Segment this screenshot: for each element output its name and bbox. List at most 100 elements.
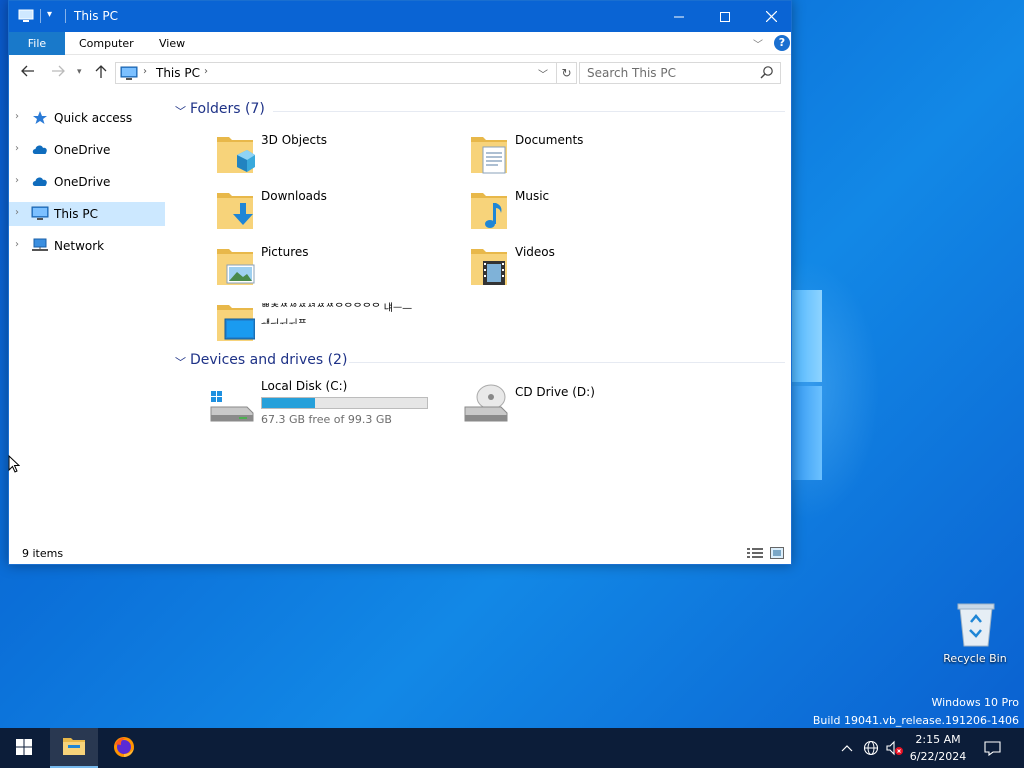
sidebar-item-onedrive[interactable]: › OneDrive (9, 170, 165, 194)
large-icons-view-icon[interactable] (770, 547, 784, 562)
network-globe-icon[interactable] (860, 728, 882, 768)
recycle-bin-label: Recycle Bin (943, 652, 1007, 665)
minimize-button[interactable] (656, 1, 702, 32)
tab-computer[interactable]: Computer (79, 32, 134, 55)
sidebar-item-network[interactable]: › Network (9, 234, 165, 258)
cd-drive-icon (463, 381, 509, 426)
group-divider (349, 362, 785, 363)
taskbar-file-explorer[interactable] (50, 728, 98, 768)
folder-documents[interactable]: Documents (469, 133, 709, 187)
sidebar-item-label: OneDrive (54, 175, 111, 189)
sidebar-item-label: This PC (54, 207, 98, 221)
drive-label: CD Drive (D:) (515, 385, 595, 399)
content-pane: ﹀ Folders (7) 3D Objects Documents Downl… (169, 97, 789, 537)
breadcrumb-this-pc[interactable]: This PC (156, 66, 200, 80)
navigation-pane: › Quick access › OneDrive › OneDrive › T… (9, 97, 169, 537)
group-title: Folders (7) (190, 101, 265, 117)
expand-chevron-icon[interactable]: › (15, 175, 19, 186)
start-button[interactable] (0, 728, 48, 768)
music-folder-icon (469, 189, 509, 234)
folder-label: Videos (515, 245, 555, 259)
computer-icon[interactable] (18, 9, 34, 26)
details-view-icon[interactable] (747, 547, 763, 562)
computer-icon (31, 206, 49, 224)
back-arrow-icon[interactable] (21, 65, 35, 81)
forward-arrow-icon[interactable] (51, 65, 65, 81)
sidebar-item-this-pc[interactable]: › This PC (9, 202, 165, 226)
group-divider (273, 111, 785, 112)
star-icon (31, 110, 48, 128)
mouse-cursor-icon (8, 454, 21, 477)
drives-group-header[interactable]: ﹀ Devices and drives (2) (175, 352, 785, 372)
address-bar[interactable]: › This PC › ﹀ ↻ (115, 62, 577, 84)
action-center-icon[interactable] (980, 728, 1004, 768)
sidebar-item-quick-access[interactable]: › Quick access (9, 106, 165, 130)
breadcrumb-separator-icon[interactable]: › (143, 66, 147, 77)
taskbar-clock[interactable]: 2:15 AM 6/22/2024 (905, 731, 971, 765)
sidebar-item-label: Network (54, 239, 105, 253)
folder-downloads[interactable]: Downloads (215, 189, 455, 243)
search-icon[interactable] (760, 65, 774, 82)
tab-file[interactable]: File (9, 32, 65, 55)
show-hidden-icons-chevron-icon[interactable] (838, 728, 856, 768)
folder-label: Downloads (261, 189, 327, 203)
item-count: 9 items (22, 547, 64, 560)
folder-3d-objects[interactable]: 3D Objects (215, 133, 455, 187)
tab-view[interactable]: View (159, 32, 185, 55)
quick-access-toolbar-dropdown-icon[interactable]: ▾ (47, 9, 52, 20)
collapse-chevron-icon[interactable]: ﹀ (175, 103, 186, 119)
drive-free-space: 67.3 GB free of 99.3 GB (261, 413, 392, 426)
sidebar-item-label: Quick access (54, 111, 133, 125)
breadcrumb-separator-icon[interactable]: › (204, 66, 208, 77)
collapse-chevron-icon[interactable]: ﹀ (175, 354, 186, 370)
folder-label: Pictures (261, 245, 309, 259)
recycle-bin-icon (956, 602, 996, 651)
up-arrow-icon[interactable] (95, 65, 107, 83)
title-separator (40, 9, 41, 23)
drive-usage-bar (261, 397, 428, 409)
close-button[interactable] (748, 1, 794, 32)
status-bar: 9 items (9, 543, 791, 565)
expand-ribbon-chevron-icon[interactable]: ﹀ (753, 36, 763, 51)
taskbar-firefox[interactable] (100, 728, 148, 768)
folder-desktop[interactable]: ᄈᄎᄷᄵᄶᄸᄶᄷᄋᄋᄋᄋᄋ 냬ᅳ—ᅫᅴᅱᅱᄑ (215, 301, 455, 355)
drive-local-disk-c[interactable]: Local Disk (C:) 67.3 GB free of 99.3 GB (209, 379, 449, 429)
computer-icon (120, 66, 138, 84)
refresh-icon[interactable]: ↻ (556, 63, 576, 83)
folder-videos[interactable]: Videos (469, 245, 709, 299)
search-box[interactable] (579, 62, 781, 84)
folder-music[interactable]: Music (469, 189, 709, 243)
sidebar-item-onedrive[interactable]: › OneDrive (9, 138, 165, 162)
documents-folder-icon (469, 133, 509, 178)
folder-label: ᄈᄎᄷᄵᄶᄸᄶᄷᄋᄋᄋᄋᄋ 냬ᅳ—ᅫᅴᅱᅱᄑ (261, 303, 413, 330)
file-explorer-window: ▾ This PC File Computer View ﹀ ? ▾ › Thi… (8, 0, 792, 565)
volume-muted-icon[interactable] (884, 728, 906, 768)
expand-chevron-icon[interactable]: › (15, 143, 19, 154)
3d-objects-folder-icon (215, 133, 255, 178)
expand-chevron-icon[interactable]: › (15, 207, 19, 218)
title-bar[interactable]: ▾ This PC (9, 1, 791, 32)
cloud-icon (31, 142, 49, 159)
network-icon (31, 238, 49, 256)
maximize-button[interactable] (702, 1, 748, 32)
folder-label: Music (515, 189, 550, 203)
help-button[interactable]: ? (774, 35, 790, 51)
file-explorer-icon (62, 736, 86, 759)
watermark-edition: Windows 10 Pro (931, 696, 1019, 709)
windows-watermark: Windows 10 Pro Build 19041.vb_release.19… (813, 694, 1019, 730)
folders-group-header[interactable]: ﹀ Folders (7) (175, 101, 785, 121)
firefox-icon (112, 735, 136, 762)
recent-locations-chevron-icon[interactable]: ▾ (77, 67, 82, 77)
folder-pictures[interactable]: Pictures (215, 245, 455, 299)
window-title: This PC (74, 9, 118, 23)
expand-chevron-icon[interactable]: › (15, 239, 19, 250)
address-dropdown-icon[interactable]: ﹀ (538, 66, 548, 81)
recycle-bin[interactable]: Recycle Bin (936, 600, 1014, 672)
ribbon-tabs: File Computer View ﹀ ? (9, 32, 791, 55)
folder-label: Documents (515, 133, 584, 147)
drive-usage-fill (262, 398, 316, 408)
drive-cd-d[interactable]: CD Drive (D:) (463, 379, 703, 429)
search-input[interactable] (580, 63, 755, 83)
taskbar: 2:15 AM 6/22/2024 (0, 728, 1024, 768)
expand-chevron-icon[interactable]: › (15, 111, 19, 122)
